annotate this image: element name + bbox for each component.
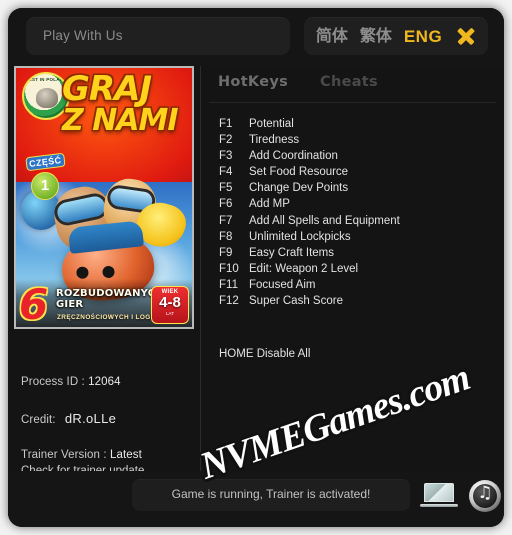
age-rating-badge: WIEK 4-8 LAT — [151, 286, 189, 324]
part-number: 1 — [31, 172, 59, 200]
right-panel: HotKeys Cheats F1 Potential F2 Tiredness… — [201, 66, 504, 471]
search-placeholder: Play With Us — [43, 28, 123, 43]
part-label: CZĘŚĆ — [25, 152, 65, 172]
disable-all-row[interactable]: HOME Disable All — [219, 348, 310, 360]
cheat-label: Super Cash Score — [249, 295, 343, 308]
credit-row: Credit: dR.oLLe — [21, 411, 196, 426]
cheat-label: Add All Spells and Equipment — [249, 214, 400, 227]
cheat-row[interactable]: F9 Easy Craft Items — [201, 247, 504, 263]
age-suffix: LAT — [166, 311, 174, 316]
close-icon[interactable] — [456, 26, 476, 46]
cheat-hotkey: F12 — [219, 295, 239, 308]
title-bar: Play With Us 简体 繁体 ENG — [8, 8, 504, 66]
trainer-version-label: Trainer Version : — [21, 449, 107, 461]
cheat-hotkey: F7 — [219, 214, 233, 227]
cheat-hotkey: F8 — [219, 230, 233, 243]
cheat-row[interactable]: F10 Edit: Weapon 2 Level — [201, 263, 504, 279]
tab-divider — [209, 102, 496, 103]
cover-title-line2: Z NAMI — [62, 103, 179, 139]
cheat-label: Focused Aim — [249, 278, 316, 291]
laptop-screen — [424, 483, 454, 502]
cheat-label: Tiredness — [249, 134, 300, 147]
game-cover-art: BEST IN POLAND CZĘŚĆ 1 GRAJ Z NAMI 6 ROZ… — [14, 66, 194, 329]
cheat-label: Change Dev Points — [249, 182, 349, 195]
laptop-base — [420, 504, 458, 507]
cover-background: BEST IN POLAND CZĘŚĆ 1 GRAJ Z NAMI 6 ROZ… — [16, 68, 192, 327]
music-note-glyph: ♫ — [477, 483, 493, 503]
language-button-simplified-chinese[interactable]: 简体 — [316, 28, 348, 44]
cheat-hotkey: F2 — [219, 134, 233, 147]
cover-footer: 6 ROZBUDOWANYCH GIER ZRĘCZNOŚCIOWYCH I L… — [16, 279, 192, 327]
cheat-hotkey: F4 — [219, 166, 233, 179]
trainer-version-value: Latest — [109, 449, 142, 461]
tab-cheats[interactable]: Cheats — [320, 74, 378, 90]
cheat-label: Set Food Resource — [249, 166, 349, 179]
cheat-label: Edit: Weapon 2 Level — [249, 262, 359, 275]
cheat-label: Potential — [249, 118, 294, 130]
cover-title: GRAJ Z NAMI — [62, 69, 190, 139]
tab-hotkeys[interactable]: HotKeys — [218, 74, 288, 90]
cheat-row[interactable]: F6 Add MP — [201, 198, 504, 214]
language-switcher: 简体 繁体 ENG — [304, 17, 488, 55]
status-bar: Game is running, Trainer is activated! ♫ — [8, 471, 504, 527]
cheat-row[interactable]: F11 Focused Aim — [201, 279, 504, 295]
cheat-row[interactable]: F1 Potential — [201, 118, 504, 134]
process-id-label: Process ID : — [21, 376, 85, 388]
cheat-hotkey: F11 — [219, 278, 238, 291]
language-button-english[interactable]: ENG — [404, 28, 442, 45]
cover-games-count: 6 — [19, 280, 49, 327]
credit-value: dR.oLLe — [64, 411, 117, 426]
cheat-hotkey: F10 — [219, 262, 239, 275]
trainer-version-row: Trainer Version : Latest — [21, 449, 196, 461]
cheat-row[interactable]: F7 Add All Spells and Equipment — [201, 215, 504, 231]
status-badge: Game is running, Trainer is activated! — [132, 479, 410, 511]
cheat-hotkey: F9 — [219, 246, 233, 259]
cheat-list: F1 Potential F2 Tiredness F3 Add Coordin… — [201, 118, 504, 311]
cheat-label: Easy Craft Items — [249, 246, 334, 259]
left-panel: BEST IN POLAND CZĘŚĆ 1 GRAJ Z NAMI 6 ROZ… — [8, 66, 200, 527]
language-button-traditional-chinese[interactable]: 繁体 — [360, 28, 392, 44]
music-note-icon[interactable]: ♫ — [469, 480, 501, 512]
cheat-hotkey: F5 — [219, 182, 233, 195]
laptop-icon[interactable] — [420, 483, 458, 509]
search-input[interactable]: Play With Us — [26, 17, 290, 55]
cheat-row[interactable]: F12 Super Cash Score — [201, 295, 504, 311]
process-id-row: Process ID : 12064 — [21, 376, 196, 388]
cheat-label: Add Coordination — [249, 150, 338, 163]
publisher-badge-mascot — [36, 88, 58, 108]
trainer-window: Play With Us 简体 繁体 ENG BEST IN POLAND CZ… — [8, 8, 504, 527]
cheat-hotkey: F3 — [219, 150, 233, 163]
trainer-info: Process ID : 12064 Credit: dR.oLLe Train… — [21, 376, 196, 477]
age-range: 4-8 — [159, 294, 181, 311]
cheat-row[interactable]: F5 Change Dev Points — [201, 182, 504, 198]
cheat-hotkey: F6 — [219, 198, 233, 211]
part-badge: CZĘŚĆ 1 — [24, 152, 66, 204]
credit-label: Credit: — [21, 414, 56, 426]
status-text: Game is running, Trainer is activated! — [171, 487, 371, 501]
cover-title-line1: GRAJ — [62, 69, 152, 109]
cheat-label: Add MP — [249, 198, 290, 211]
cheat-row[interactable]: F4 Set Food Resource — [201, 166, 504, 182]
cheat-hotkey: F1 — [219, 118, 233, 130]
cheat-label: Unlimited Lockpicks — [249, 230, 351, 243]
cheat-row[interactable]: F2 Tiredness — [201, 134, 504, 150]
cheat-row[interactable]: F8 Unlimited Lockpicks — [201, 231, 504, 247]
process-id-value: 12064 — [88, 376, 121, 388]
tab-bar: HotKeys Cheats — [201, 66, 504, 101]
cheat-row[interactable]: F3 Add Coordination — [201, 150, 504, 166]
